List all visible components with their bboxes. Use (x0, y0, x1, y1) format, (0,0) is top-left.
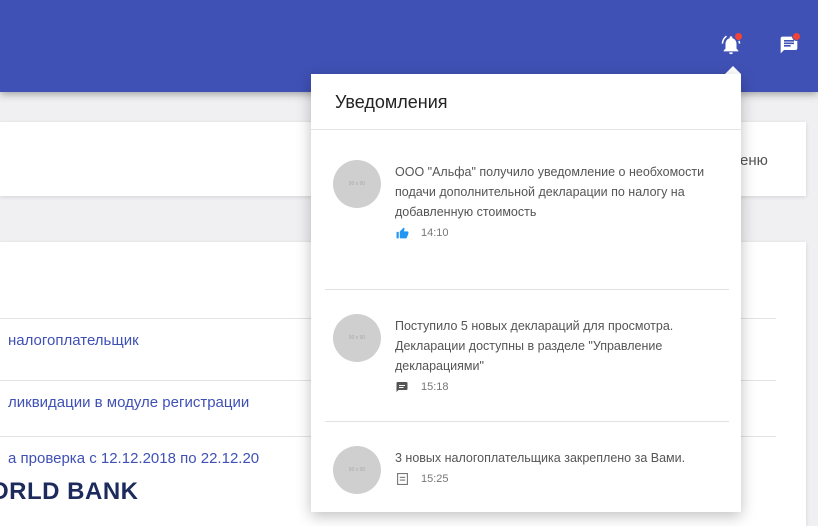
notification-meta: 14:10 (395, 227, 723, 239)
messages-badge (792, 32, 801, 41)
notification-meta: 15:18 (395, 381, 723, 393)
list-item-link[interactable]: а проверка с 12.12.2018 по 22.12.20 (0, 450, 259, 467)
avatar: 90 x 90 (333, 446, 381, 494)
notification-message: 3 новых налогоплательщика закреплено за … (395, 451, 686, 465)
notification-message: Поступило 5 новых деклараций для просмот… (395, 319, 674, 373)
notification-body: ООО "Альфа" получило уведомление о необх… (395, 162, 723, 239)
list-item-link[interactable]: ликвидации в модуле регистрации (0, 394, 249, 411)
notifications-popup: Уведомления 90 x 90 ООО "Альфа" получило… (311, 74, 741, 512)
notification-message: ООО "Альфа" получило уведомление о необх… (395, 165, 705, 219)
card-text: еню (740, 152, 768, 169)
comment-icon (395, 381, 409, 393)
thumbs-up-icon (395, 227, 409, 239)
avatar-placeholder-text: 90 x 90 (348, 467, 366, 473)
avatar: 90 x 90 (333, 314, 381, 362)
avatar-placeholder-text: 90 x 90 (348, 335, 366, 341)
notification-item[interactable]: 90 x 90 3 новых налогоплательщика закреп… (325, 422, 729, 512)
notification-time: 15:18 (421, 381, 449, 393)
notifications-button[interactable] (716, 30, 746, 60)
notification-body: 3 новых налогоплательщика закреплено за … (395, 448, 723, 485)
messages-button[interactable] (774, 30, 804, 60)
notification-meta: 15:25 (395, 473, 723, 485)
notification-badge (734, 32, 743, 41)
avatar-placeholder-text: 90 x 90 (348, 181, 366, 187)
list-item-link[interactable]: налогоплательщик (0, 332, 139, 349)
notification-time: 15:25 (421, 473, 449, 485)
document-icon (395, 473, 409, 485)
popup-title: Уведомления (311, 74, 741, 130)
popup-caret (725, 66, 741, 74)
world-bank-logo: ORLD BANK (0, 478, 139, 505)
avatar: 90 x 90 (333, 160, 381, 208)
notification-item[interactable]: 90 x 90 ООО "Альфа" получило уведомление… (325, 130, 729, 290)
notification-item[interactable]: 90 x 90 Поступило 5 новых деклараций для… (325, 290, 729, 422)
notification-time: 14:10 (421, 227, 449, 239)
notification-body: Поступило 5 новых деклараций для просмот… (395, 316, 723, 393)
